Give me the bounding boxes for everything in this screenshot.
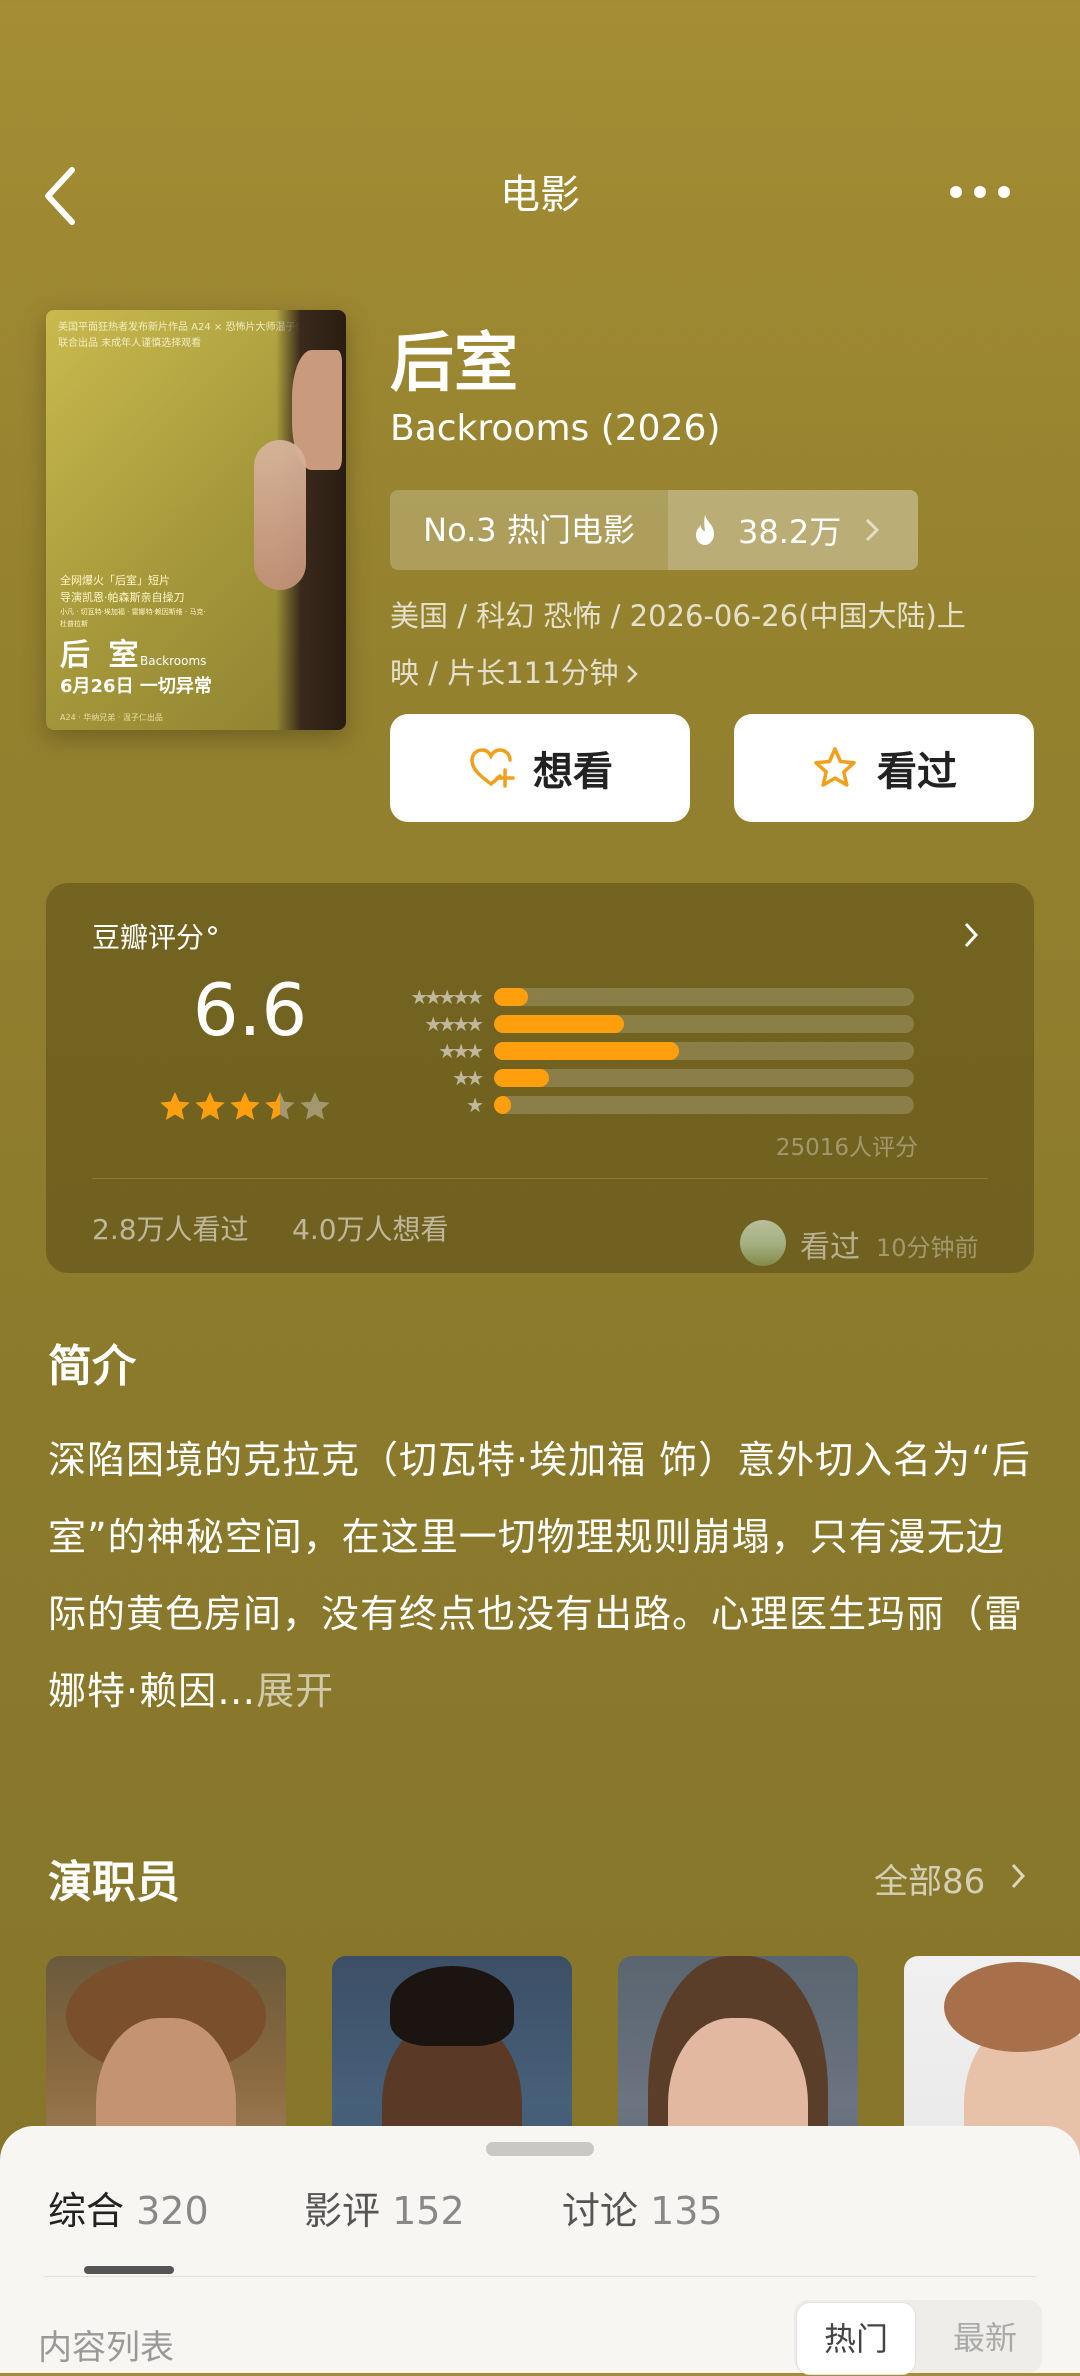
distribution-stars: ★★ (452, 1065, 484, 1090)
poster-top-text: 美国平面狂热者发布新片作品 A24 × 恐怖片大师温子仁 联合出品 未成年人谨慎… (58, 322, 306, 349)
want-count: 4.0万人想看 (292, 1213, 449, 1246)
chevron-right-icon (626, 665, 638, 683)
divider (44, 2276, 1036, 2277)
tab-overview[interactable]: 综合 320 (48, 2180, 209, 2235)
intro-heading: 简介 (48, 1341, 136, 1392)
rating-label: 豆瓣评分 (92, 916, 218, 956)
sort-new-button[interactable]: 最新 (930, 2302, 1040, 2375)
tab-discussion[interactable]: 讨论 135 (562, 2180, 723, 2235)
distribution-bar (494, 1095, 511, 1114)
expand-link[interactable]: 展开 (256, 1669, 334, 1713)
want-to-watch-button[interactable]: 想看 (390, 714, 690, 822)
distribution-bar (494, 1014, 625, 1033)
want-label: 想看 (533, 749, 613, 795)
distribution-row: ★ (374, 1091, 920, 1118)
heart-plus-icon (470, 748, 515, 788)
rating-score: 6.6 (192, 968, 308, 1052)
divider (92, 1178, 988, 1179)
rating-count: 25016人评分 (775, 1135, 918, 1161)
more-icon (950, 186, 962, 198)
watched-count: 2.8万人看过 (92, 1213, 249, 1246)
distribution-bar (494, 1068, 549, 1087)
tab-reviews[interactable]: 影评 152 (304, 2180, 465, 2235)
distribution-stars: ★★★★ (424, 1011, 484, 1036)
poster-title-en: Backrooms (140, 654, 207, 668)
more-options-button[interactable] (946, 170, 1026, 210)
seen-label: 看过 (877, 749, 957, 795)
distribution-row: ★★★★★ (374, 983, 920, 1010)
poster-title: 后 室 (60, 638, 143, 673)
heat-indicator: 38.2万 (668, 490, 918, 570)
chevron-right-icon (866, 518, 880, 542)
distribution-stars: ★★★ (438, 1038, 484, 1063)
movie-poster[interactable]: 美国平面狂热者发布新片作品 A24 × 恐怖片大师温子仁 联合出品 未成年人谨慎… (46, 310, 346, 730)
rank-label: No.3 热门电影 (423, 511, 635, 549)
heat-value: 38.2万 (738, 513, 842, 551)
info-dot-icon (208, 926, 218, 935)
distribution-track (494, 1014, 914, 1033)
star-outline-icon (814, 747, 856, 787)
star-icon (160, 1092, 190, 1120)
page-title: 电影 (500, 172, 580, 218)
cast-all-link[interactable]: 全部86 (874, 1854, 985, 1903)
distribution-track (494, 1041, 914, 1060)
distribution-stars: ★★★★★ (410, 984, 484, 1009)
flame-icon (696, 515, 714, 545)
tab-indicator (84, 2266, 174, 2274)
star-icon (195, 1092, 225, 1120)
rating-distribution: ★★★★★ ★★★★ ★★★ ★★ ★ (374, 983, 920, 1118)
distribution-stars: ★ (466, 1092, 484, 1117)
cast-heading: 演职员 (48, 1857, 180, 1908)
movie-title: 后室 (390, 327, 518, 401)
content-list-label: 内容列表 (38, 2328, 174, 2368)
star-icon (300, 1092, 330, 1120)
distribution-bar (494, 1041, 679, 1060)
distribution-row: ★★★★ (374, 1010, 920, 1037)
rank-chip[interactable]: No.3 热门电影 38.2万 (390, 490, 918, 570)
distribution-track (494, 1068, 914, 1087)
distribution-track (494, 1095, 914, 1114)
sort-hot-button[interactable]: 热门 (796, 2302, 916, 2375)
poster-release: 6月26日 一切异常 (60, 676, 212, 697)
intro-text[interactable]: 深陷困境的克拉克（切瓦特·埃加福 饰）意外切入名为“后室”的神秘空间，在这里一切… (48, 1422, 1038, 1730)
movie-original-title: Backrooms (2026) (390, 408, 721, 449)
avatar (740, 1220, 786, 1266)
star-icon (230, 1092, 260, 1120)
rating-stars (158, 1090, 333, 1124)
chevron-right-icon[interactable] (1010, 1862, 1026, 1890)
star-icon (265, 1092, 295, 1120)
poster-footer: A24 · 华纳兄弟 · 温子仁出品 (60, 713, 163, 722)
meta-line-2: 映 / 片长111分钟 (390, 656, 619, 690)
movie-meta[interactable]: 美国 / 科幻 恐怖 / 2026-06-26(中国大陆)上 映 / 片长111… (390, 588, 1030, 702)
my-status: 看过 (800, 1230, 860, 1265)
sheet-drag-handle[interactable] (486, 2142, 594, 2156)
meta-line-1: 美国 / 科幻 恐怖 / 2026-06-26(中国大陆)上 (390, 599, 966, 633)
my-status-time: 10分钟前 (876, 1234, 979, 1262)
distribution-row: ★★ (374, 1064, 920, 1091)
poster-promo: 全网爆火「后室」短片 导演凯恩·帕森斯亲自操刀 小凡 · 切瓦特·埃加福 · 雷… (60, 574, 206, 628)
chevron-right-icon[interactable] (962, 920, 980, 950)
distribution-bar (494, 987, 528, 1006)
distribution-row: ★★★ (374, 1037, 920, 1064)
watched-button[interactable]: 看过 (734, 714, 1034, 822)
distribution-track (494, 987, 914, 1006)
